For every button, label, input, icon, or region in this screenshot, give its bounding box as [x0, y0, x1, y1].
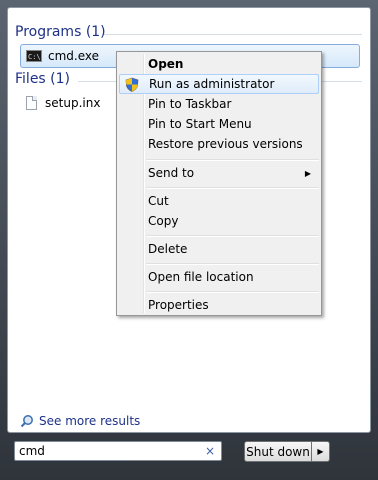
programs-section-header: Programs (1) — [15, 24, 106, 40]
menu-item-cut[interactable]: Cut — [119, 191, 319, 211]
menu-item-label: Open — [148, 57, 184, 71]
cmd-icon: C:\ — [26, 50, 42, 62]
menu-item-label: Pin to Start Menu — [148, 117, 252, 131]
file-icon — [26, 96, 37, 110]
menu-separator — [146, 187, 319, 189]
menu-separator — [146, 291, 319, 293]
menu-item-copy[interactable]: Copy — [119, 211, 319, 231]
menu-item-label: Delete — [148, 242, 188, 256]
uac-shield-icon — [125, 77, 139, 92]
menu-item-open[interactable]: Open — [119, 54, 319, 74]
menu-item-label: Open file location — [148, 270, 254, 284]
menu-item-label: Cut — [148, 194, 169, 208]
menu-item-run-as-administrator[interactable]: Run as administrator — [119, 74, 319, 94]
program-result-label: cmd.exe — [48, 49, 100, 63]
menu-item-send-to[interactable]: Send to ▶ — [119, 163, 319, 183]
menu-item-label: Send to — [148, 166, 195, 180]
menu-item-pin-to-start-menu[interactable]: Pin to Start Menu — [119, 114, 319, 134]
shutdown-options-arrow-icon[interactable]: ▶ — [312, 441, 330, 462]
menu-item-label: Restore previous versions — [148, 137, 303, 151]
menu-separator — [146, 263, 319, 265]
shutdown-button[interactable]: Shut down — [244, 441, 312, 462]
menu-item-label: Run as administrator — [149, 77, 275, 91]
search-input[interactable] — [19, 444, 199, 458]
files-section-header: Files (1) — [15, 71, 71, 87]
menu-item-label: Copy — [148, 214, 179, 228]
menu-separator — [146, 159, 319, 161]
menu-item-delete[interactable]: Delete — [119, 239, 319, 259]
menu-item-properties[interactable]: Properties — [119, 295, 319, 315]
menu-item-restore-previous-versions[interactable]: Restore previous versions — [119, 134, 319, 154]
context-menu: Open Run as administrator Pin to Taskbar… — [116, 51, 322, 316]
search-field[interactable]: × — [14, 441, 222, 461]
magnifier-icon — [20, 415, 33, 428]
programs-divider — [104, 34, 362, 35]
submenu-arrow-icon: ▶ — [304, 168, 311, 178]
menu-separator — [146, 235, 319, 237]
menu-item-label: Pin to Taskbar — [148, 97, 232, 111]
menu-item-open-file-location[interactable]: Open file location — [119, 267, 319, 287]
see-more-label: See more results — [39, 414, 141, 428]
see-more-results-link[interactable]: See more results — [20, 414, 140, 428]
shutdown-group: Shut down ▶ — [244, 441, 330, 462]
menu-item-pin-to-taskbar[interactable]: Pin to Taskbar — [119, 94, 319, 114]
file-result-label: setup.inx — [45, 96, 101, 110]
clear-search-icon[interactable]: × — [205, 444, 215, 458]
menu-item-label: Properties — [148, 298, 209, 312]
